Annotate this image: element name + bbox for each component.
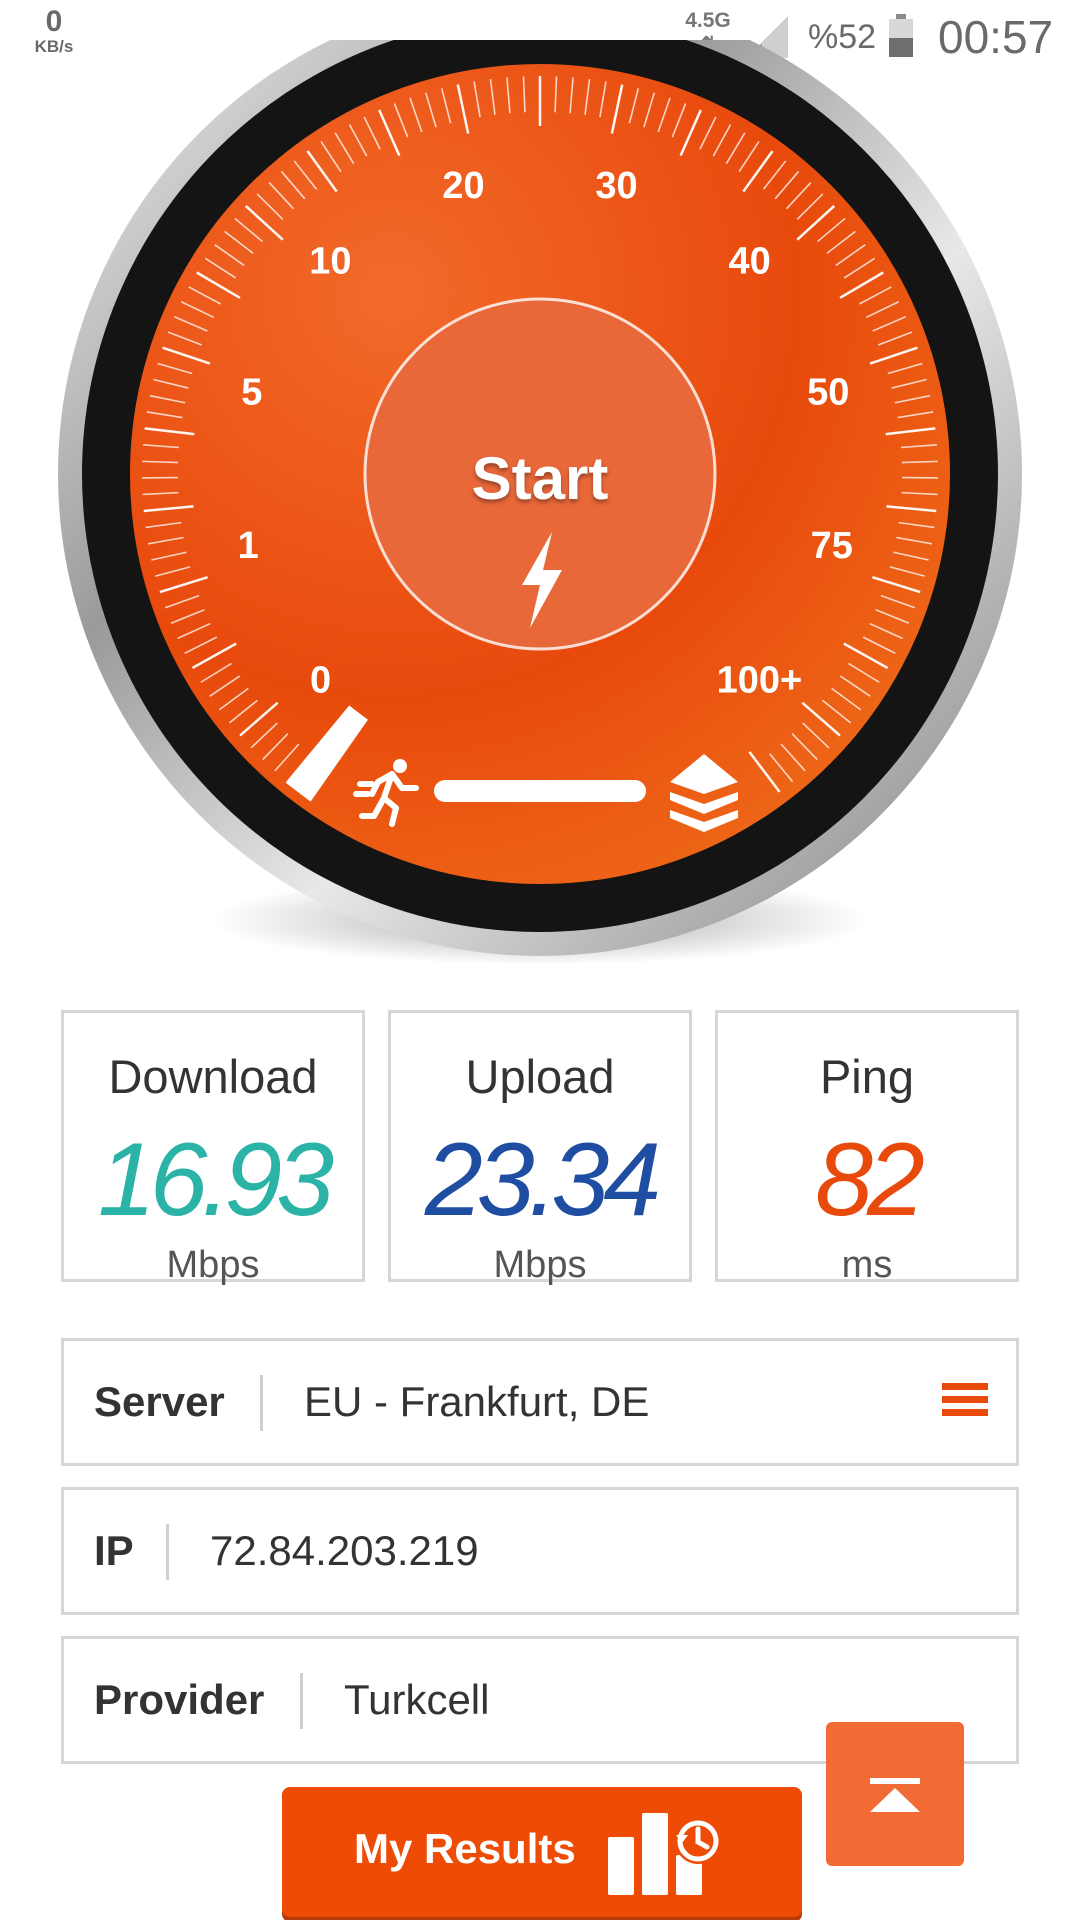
row-divider: [260, 1375, 263, 1431]
server-row[interactable]: Server EU - Frankfurt, DE: [61, 1338, 1019, 1466]
upload-title: Upload: [465, 1050, 615, 1103]
gauge-scale-label: 75: [811, 525, 853, 567]
ping-unit: ms: [841, 1244, 893, 1286]
start-button[interactable]: Start: [363, 297, 717, 651]
provider-value: Turkcell: [344, 1676, 490, 1723]
gauge-scale-label: 1: [238, 525, 259, 567]
start-button-label: Start: [472, 445, 609, 512]
my-results-button[interactable]: My Results: [282, 1787, 802, 1917]
gauge-scale-label: 100+: [717, 660, 803, 702]
scroll-to-top-icon: [870, 1778, 920, 1812]
bar-chart-history-icon: [608, 1813, 721, 1895]
gauge-tick: [901, 460, 938, 464]
scroll-to-top-button[interactable]: [826, 1722, 964, 1866]
download-value: 16.93: [97, 1122, 334, 1238]
ping-card: Ping 82 ms: [715, 1010, 1019, 1286]
ping-title: Ping: [819, 1050, 915, 1103]
provider-label: Provider: [94, 1676, 265, 1723]
upload-value: 23.34: [424, 1122, 661, 1238]
row-divider: [166, 1524, 169, 1580]
ip-label: IP: [94, 1527, 134, 1574]
ping-value: 82: [815, 1122, 925, 1238]
test-progress-track: [434, 780, 646, 802]
network-type-label: 4.5G: [685, 9, 731, 32]
ip-value: 72.84.203.219: [210, 1527, 479, 1574]
server-value: EU - Frankfurt, DE: [304, 1378, 650, 1425]
gauge-scale-label: 50: [807, 372, 849, 414]
download-title: Download: [108, 1050, 318, 1103]
gauge-scale-label: 10: [309, 240, 351, 282]
upload-unit: Mbps: [493, 1244, 587, 1286]
hamburger-menu-icon[interactable]: [942, 1383, 988, 1421]
gauge-scale-label: 5: [241, 372, 262, 414]
upload-card: Upload 23.34 Mbps: [388, 1010, 692, 1286]
gauge-scale-label: 30: [595, 165, 637, 207]
gauge-scale-label: 20: [442, 165, 484, 207]
server-label: Server: [94, 1378, 225, 1425]
download-card: Download 16.93 Mbps: [61, 1010, 365, 1286]
gauge-scale-label: 0: [310, 660, 331, 702]
network-speed-value: 0: [45, 5, 63, 38]
ip-row: IP 72.84.203.219: [61, 1487, 1019, 1615]
gauge-tick: [142, 460, 179, 464]
row-divider: [300, 1673, 303, 1729]
my-results-label: My Results: [354, 1825, 576, 1872]
gauge-scale-label: 40: [729, 240, 771, 282]
speed-gauge: 0 1 5 10 20 30 40 50 75 100+ Start: [58, 40, 1022, 965]
download-unit: Mbps: [166, 1244, 260, 1286]
